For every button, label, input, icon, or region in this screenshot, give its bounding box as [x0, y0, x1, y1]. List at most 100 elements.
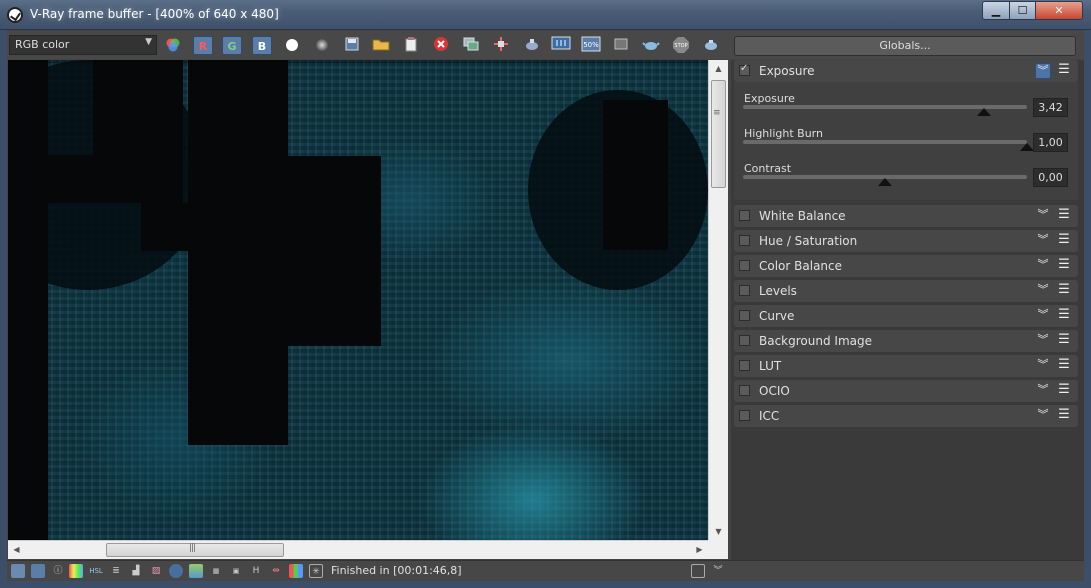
histogram-icon[interactable]: ▟ — [129, 564, 143, 578]
expand-icon[interactable]: ︾ — [1035, 408, 1051, 424]
section-color-balance[interactable]: Color Balance ︾ ☰ — [734, 255, 1078, 277]
expand-icon[interactable]: ︾ — [1035, 333, 1051, 349]
section-background-image[interactable]: Background Image ︾ ☰ — [734, 330, 1078, 352]
color-balance-checkbox[interactable] — [739, 260, 750, 271]
globals-button[interactable]: Globals... — [734, 36, 1076, 56]
toggle-panel-icon[interactable] — [691, 564, 705, 578]
background-image-checkbox[interactable] — [739, 335, 750, 346]
menu-icon[interactable]: ☰ — [1057, 63, 1071, 79]
compare-icon[interactable]: ⇹ — [269, 564, 283, 578]
render-teapot-icon[interactable] — [641, 36, 661, 55]
close-button[interactable]: ✕ — [1035, 1, 1083, 20]
duplicate-to-history-icon[interactable] — [461, 36, 481, 55]
zoom-50-icon[interactable]: 50% — [581, 36, 601, 55]
chevron-down-icon[interactable]: ︾ — [711, 564, 725, 578]
contrast-value-field[interactable]: 0,00 — [1033, 168, 1068, 187]
curves-icon[interactable]: ▨ — [149, 564, 163, 578]
expand-icon[interactable]: ︾ — [1035, 233, 1051, 249]
vertical-scroll-thumb[interactable] — [711, 80, 726, 188]
scroll-left-icon[interactable]: ◀ — [8, 541, 25, 559]
menu-icon[interactable]: ☰ — [1057, 208, 1071, 224]
vertical-scrollbar[interactable]: ▲ ≡ ▼ — [708, 60, 728, 540]
history-icon[interactable] — [11, 564, 25, 578]
color-channels-icon[interactable] — [163, 36, 183, 55]
contrast-slider-thumb[interactable] — [878, 178, 892, 186]
expand-icon[interactable]: ︾ — [1035, 358, 1051, 374]
highlight-burn-value-field[interactable]: 1,00 — [1033, 133, 1068, 152]
highlight-burn-slider-thumb[interactable] — [1020, 143, 1034, 151]
menu-icon[interactable]: ☰ — [1057, 333, 1071, 349]
blue-channel-button[interactable]: B — [252, 36, 272, 55]
exposure-icon[interactable] — [169, 564, 183, 578]
section-lut[interactable]: LUT ︾ ☰ — [734, 355, 1078, 377]
menu-icon[interactable]: ☰ — [1057, 233, 1071, 249]
menu-icon[interactable]: ☰ — [1057, 258, 1071, 274]
info-icon[interactable]: ⓘ — [51, 564, 65, 578]
scroll-right-icon[interactable]: ▶ — [691, 541, 708, 559]
lut-checkbox[interactable] — [739, 360, 750, 371]
alpha-channel-icon[interactable] — [312, 36, 332, 55]
horizontal-scrollbar[interactable]: ◀ ||| ▶ — [8, 540, 708, 559]
icc-icon[interactable]: H — [249, 564, 263, 578]
render-region-icon[interactable] — [522, 36, 542, 55]
open-folder-icon[interactable] — [371, 36, 391, 55]
maximize-button[interactable]: ☐ — [1009, 1, 1036, 20]
unrendered-bucket — [288, 156, 381, 346]
section-curve[interactable]: Curve ︾ ☰ — [734, 305, 1078, 327]
hsl-icon[interactable]: HSL — [89, 564, 103, 578]
highlight-burn-slider[interactable] — [743, 140, 1027, 144]
scroll-up-icon[interactable]: ▲ — [709, 60, 728, 77]
track-mouse-icon[interactable] — [491, 36, 511, 55]
clear-image-icon[interactable] — [431, 36, 451, 55]
section-white-balance[interactable]: White Balance ︾ ☰ — [734, 205, 1078, 227]
collapse-icon[interactable]: ︾ — [1035, 63, 1051, 79]
ocio-icon[interactable]: ▣ — [229, 564, 243, 578]
icc-checkbox[interactable] — [739, 410, 750, 421]
expand-icon[interactable]: ︾ — [1035, 283, 1051, 299]
render-viewport[interactable] — [8, 60, 708, 540]
clipboard-icon[interactable] — [401, 36, 421, 55]
levels-icon[interactable]: ≣ — [109, 564, 123, 578]
channel-select[interactable]: RGB color ▼ — [9, 35, 157, 55]
section-ocio[interactable]: OCIO ︾ ☰ — [734, 380, 1078, 402]
lut-icon[interactable]: ▦ — [209, 564, 223, 578]
green-channel-button[interactable]: G — [222, 36, 242, 55]
interactive-render-icon[interactable] — [701, 36, 721, 55]
save-icon[interactable] — [342, 36, 362, 55]
expand-icon[interactable]: ︾ — [1035, 308, 1051, 324]
channels-icon[interactable] — [289, 564, 303, 578]
lens-effects-icon[interactable]: ✳ — [309, 564, 323, 578]
unrendered-bucket — [603, 100, 668, 250]
section-hue-saturation[interactable]: Hue / Saturation ︾ ☰ — [734, 230, 1078, 252]
section-icc[interactable]: ICC ︾ ☰ — [734, 405, 1078, 427]
white-balance-checkbox[interactable] — [739, 210, 750, 221]
region-render-icon[interactable] — [611, 36, 631, 55]
exposure-enable-checkbox[interactable] — [739, 63, 750, 76]
hue-saturation-checkbox[interactable] — [739, 235, 750, 246]
expand-icon[interactable]: ︾ — [1035, 258, 1051, 274]
section-levels[interactable]: Levels ︾ ☰ — [734, 280, 1078, 302]
link-to-vfb-icon[interactable] — [551, 36, 571, 55]
stop-render-icon[interactable]: STOP — [671, 36, 691, 55]
scroll-down-icon[interactable]: ▼ — [709, 523, 728, 540]
expand-icon[interactable]: ︾ — [1035, 383, 1051, 399]
red-channel-button[interactable]: R — [193, 36, 213, 55]
exposure-value-field[interactable]: 3,42 — [1033, 98, 1068, 117]
expand-icon[interactable]: ︾ — [1035, 208, 1051, 224]
horizontal-scroll-thumb[interactable]: ||| — [106, 543, 284, 557]
curve-checkbox[interactable] — [739, 310, 750, 321]
menu-icon[interactable]: ☰ — [1057, 308, 1071, 324]
layers-icon[interactable] — [31, 564, 45, 578]
minimize-button[interactable]: ▁ — [982, 1, 1010, 20]
white-circle-icon[interactable] — [282, 36, 302, 55]
menu-icon[interactable]: ☰ — [1057, 383, 1071, 399]
menu-icon[interactable]: ☰ — [1057, 358, 1071, 374]
ocio-checkbox[interactable] — [739, 385, 750, 396]
menu-icon[interactable]: ☰ — [1057, 408, 1071, 424]
levels-checkbox[interactable] — [739, 285, 750, 296]
section-exposure[interactable]: Exposure ︾ ☰ — [734, 60, 1078, 82]
background-icon[interactable] — [189, 564, 203, 578]
exposure-slider-thumb[interactable] — [977, 108, 992, 116]
color-correction-icon[interactable] — [69, 564, 83, 578]
menu-icon[interactable]: ☰ — [1057, 283, 1071, 299]
